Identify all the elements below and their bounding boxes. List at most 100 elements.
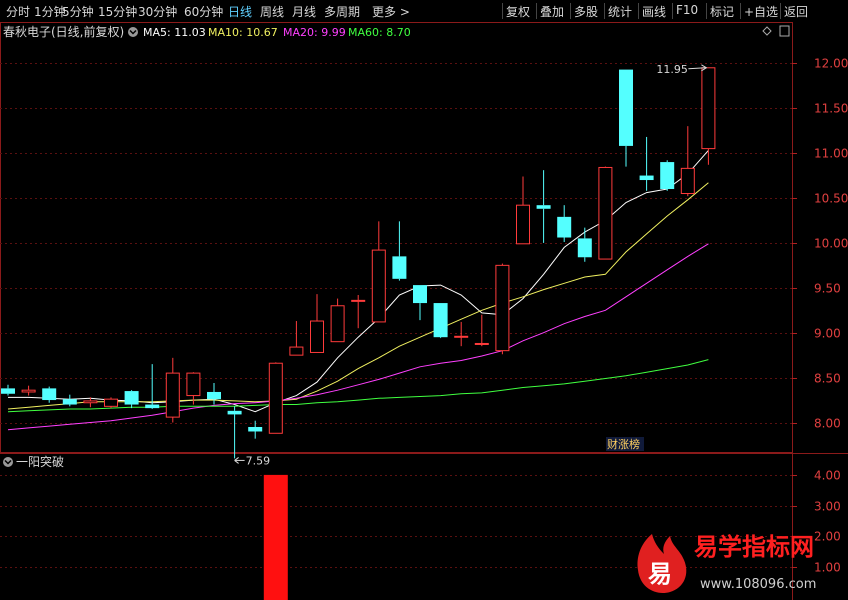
watermark-url: www.108096.com [700,577,816,592]
ma-toggle-icon[interactable] [128,27,138,37]
watermark-name: 易学指标网 [694,533,814,561]
price-tick-label: 11.00 [814,147,848,161]
candle-body-down [248,426,263,432]
candle-body-up [474,342,489,345]
candle-body-down [577,238,592,258]
candle [268,362,283,434]
toolbar-action-6[interactable]: 标记 [710,3,734,20]
toolbar-action-1[interactable]: 叠加 [540,3,564,20]
candle-body-down [227,410,242,415]
candle-body-up [21,389,36,393]
toolbar-separator [706,3,707,19]
toolbar-period-10[interactable]: 更多 > [372,3,410,20]
price-tick-label: 9.50 [814,282,841,296]
candle-body-up [371,249,386,323]
toolbar-separator [740,3,741,19]
candle-body-down [124,391,139,405]
stock-chart: 12.00 11.50 11.00 10.50 10.00 9.50 9.00 8.50 8.0… [0,22,848,600]
toolbar-action-7[interactable]: +自选 [744,3,778,20]
indicator-bar [263,474,288,600]
toolbar-period-1[interactable]: 1分钟 [34,3,66,20]
toolbar-period-6[interactable]: 日线 [228,3,252,20]
toolbar-separator [638,3,639,19]
candle-body-down [413,285,427,304]
candle-body-down [392,256,407,279]
candle-body-up [330,305,345,343]
candle-body-down [42,388,57,401]
toolbar-separator [502,3,503,19]
candle-body-down [639,175,654,181]
toolbar-action-2[interactable]: 多股 [574,3,598,20]
candle-body-up [104,398,118,407]
candle-body-up [83,400,98,404]
candle-body-down [62,399,77,405]
candle [495,263,510,355]
candle-body-down [1,388,15,394]
toolbar-separator [780,3,781,19]
low-price-label: 7.59 [246,454,271,467]
ma-legend-item: MA5: 11.03 [143,26,206,39]
candle-body-down [619,69,633,146]
candle-body-up [454,335,469,338]
toolbar-separator [570,3,571,19]
toolbar-action-0[interactable]: 复权 [506,3,530,20]
indicator-toggle-icon[interactable] [3,457,13,467]
candle-body-up [351,299,366,302]
toolbar-period-7[interactable]: 周线 [260,3,284,20]
toolbar-period-5[interactable]: 60分钟 [184,3,223,20]
candle [104,397,118,409]
candle-body-down [145,404,160,409]
candle-body-down [536,205,551,209]
toolbar-separator [672,3,673,19]
price-tick-label: 10.50 [814,192,848,206]
candle-body-up [186,372,201,397]
toolbar-action-8[interactable]: 返回 [784,3,808,20]
watermark-glyph: 易 [648,560,672,588]
candle-body-down [660,162,675,190]
candle-body-up [701,67,716,150]
price-tick-label: 9.00 [814,327,841,341]
candle-body-up [495,264,510,352]
toolbar-period-9[interactable]: 多周期 [324,3,360,20]
candle-body-up [680,167,695,195]
candle-body-up [289,346,304,356]
badge-label[interactable]: 财涨榜 [607,437,640,451]
toolbar-period-0[interactable]: 分时 [6,3,30,20]
candle [433,303,448,339]
candle-body-up [268,362,283,434]
indicator-tick-label: 2.00 [814,530,841,544]
candle-body-down [207,391,221,400]
toolbar-separator [604,3,605,19]
price-tick-label: 8.00 [814,417,841,431]
indicator-tick-label: 1.00 [814,561,841,575]
indicator-title: 一阳突破 [16,454,64,469]
ma-legend-item: MA10: 10.67 [208,26,278,39]
price-tick-label: 10.00 [814,237,848,251]
price-tick-label: 12.00 [814,57,848,71]
toolbar-period-3[interactable]: 15分钟 [98,3,137,20]
period-toolbar: 分时 1分钟 5分钟 15分钟 30分钟 60分钟 日线 周线 月线 多周期 更多 > 复权 叠加 多股统… [0,0,848,23]
candle-body-up [598,166,613,260]
stock-title: 春秋电子(日线,前复权) [3,24,124,39]
candle-body-up [516,204,530,245]
candle-body-up [165,372,180,418]
indicator-tick-label: 4.00 [814,469,841,483]
toolbar-action-3[interactable]: 统计 [608,3,632,20]
price-tick-label: 11.50 [814,102,848,116]
candle-body-up [310,320,324,353]
price-tick-label: 8.50 [814,372,841,386]
toolbar-action-5[interactable]: F10 [676,3,698,17]
indicator-tick-label: 3.00 [814,500,841,514]
candle-body-down [557,216,572,238]
ma-legend-item: MA20: 9.99 [283,26,346,39]
ma-legend-item: MA60: 8.70 [348,26,411,39]
toolbar-period-4[interactable]: 30分钟 [138,3,177,20]
toolbar-action-4[interactable]: 画线 [642,3,666,20]
toolbar-separator [536,3,537,19]
high-price-label: 11.95 [656,63,688,76]
candle-body-down [433,303,448,338]
toolbar-period-8[interactable]: 月线 [292,3,316,20]
toolbar-period-2[interactable]: 5分钟 [62,3,94,20]
candle [660,160,675,191]
candle [598,166,613,260]
